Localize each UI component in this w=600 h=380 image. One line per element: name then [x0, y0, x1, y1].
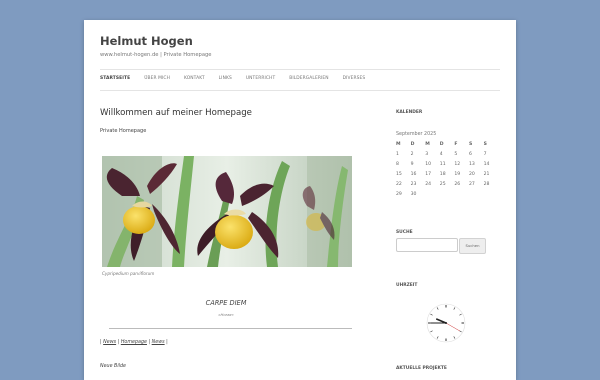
calendar-day: 26 — [454, 181, 461, 187]
sidebar: KALENDER September 2025 MDMDFSS 12345678… — [396, 110, 500, 371]
widget-title-suche: SUCHE — [396, 230, 413, 235]
image-caption: Cypripedium parviflorum — [102, 271, 155, 276]
calendar-day: 2 — [410, 151, 414, 157]
calendar-week-row: 15 16 17 18 19 20 21 — [396, 169, 498, 179]
nav-item-bildergalerien[interactable]: BILDERGALERIEN — [289, 76, 328, 81]
calendar-day: 11 — [439, 161, 446, 167]
calendar-day: 3 — [425, 151, 429, 157]
widget-title-projekte: AKTUELLE PROJEKTE — [396, 366, 447, 371]
calendar-caption: September 2025 — [396, 132, 437, 137]
calendar-day: 21 — [483, 171, 490, 177]
content-divider — [109, 328, 352, 329]
calendar-day — [440, 189, 455, 199]
link-separator: | — [166, 340, 168, 345]
calendar-day: 6 — [468, 151, 472, 157]
calendar-day: 1 — [396, 151, 399, 157]
nav-item-startseite[interactable]: STARTSEITE — [100, 76, 130, 81]
calendar-day: 10 — [425, 161, 432, 167]
calendar-day: 20 — [468, 171, 475, 177]
orchid-photo[interactable] — [102, 156, 352, 267]
calendar-day: 13 — [468, 161, 475, 167]
calendar-day: 22 — [396, 181, 402, 187]
calendar-day: 18 — [439, 171, 446, 177]
link-separator: | — [148, 340, 151, 345]
link-separator: | — [117, 340, 120, 345]
nav-bottom-divider — [100, 90, 500, 91]
calendar-day: 12 — [454, 161, 461, 167]
calendar-body: 1 2 3 4 5 6 7 8 9 10 11 12 13 14 15 16 17 18 19 20 21 22 23 24 2… — [396, 149, 498, 199]
nav-item-diverses[interactable]: DIVERSES — [343, 76, 366, 81]
calendar-day — [469, 189, 484, 199]
calendar-week-row: 22 23 24 25 26 27 28 — [396, 179, 498, 189]
link-news[interactable]: News — [103, 340, 116, 345]
calendar-day: 5 — [454, 151, 458, 157]
calendar-weekday: F — [454, 141, 458, 147]
calendar-table: MDMDFSS 1 2 3 4 5 6 7 8 9 10 11 12 13 14 15 16 17 18 19 20 2… — [396, 139, 498, 199]
calendar-week-row: 29 30 — [396, 189, 498, 199]
link-separator: | — [100, 340, 102, 345]
quote-text: CARPE DIEM — [205, 299, 247, 307]
widget-title-uhrzeit: UHRZEIT — [396, 283, 418, 288]
nav-item-links[interactable]: LINKS — [219, 76, 232, 81]
widget-title-kalender: KALENDER — [396, 110, 423, 115]
entry-subtitle: Private Homepage — [100, 128, 147, 134]
calendar-day: 28 — [483, 181, 490, 187]
calendar-day: 4 — [439, 151, 443, 157]
nav-item-ueber-mich[interactable]: ÜBER MICH — [144, 76, 170, 81]
link-news[interactable]: News — [152, 340, 165, 345]
quick-links: | News | Homepage | News | — [100, 340, 168, 345]
calendar-week-row: 8 9 10 11 12 13 14 — [396, 159, 498, 169]
neue-bilder-heading[interactable]: Neue Bilde — [100, 364, 126, 369]
page-container: Helmut Hogen www.helmut-hogen.de | Priva… — [84, 20, 516, 380]
calendar-day: 25 — [439, 181, 446, 187]
link-homepage[interactable]: Homepage — [121, 340, 147, 345]
calendar-weekday-row: MDMDFSS — [396, 139, 498, 149]
clock-center — [445, 322, 447, 324]
calendar-day — [425, 189, 440, 199]
quote-source: »Horaz« — [218, 312, 234, 317]
entry-title: Willkommen auf meiner Homepage — [100, 108, 252, 118]
calendar-day: 15 — [396, 171, 402, 177]
calendar-weekday: M — [396, 141, 401, 147]
site-description: www.helmut-hogen.de | Private Homepage — [100, 52, 212, 58]
calendar-day: 7 — [483, 151, 487, 157]
nav-top-divider — [100, 69, 500, 70]
site-title[interactable]: Helmut Hogen — [100, 34, 193, 48]
calendar-day: 27 — [468, 181, 475, 187]
calendar-day — [454, 189, 469, 199]
calendar-weekday: S — [483, 141, 487, 147]
calendar-weekday: S — [468, 141, 473, 147]
orchid-illustration — [102, 156, 352, 267]
calendar-day: 30 — [410, 191, 417, 197]
calendar-weekday: D — [439, 141, 444, 147]
calendar-day: 24 — [425, 181, 432, 187]
calendar-day: 8 — [396, 161, 399, 167]
nav-item-unterricht[interactable]: UNTERRICHT — [246, 76, 275, 81]
calendar-day: 19 — [454, 171, 461, 177]
search-button[interactable]: Suchen — [459, 238, 486, 254]
calendar-day: 17 — [425, 171, 432, 177]
calendar-day — [484, 189, 499, 199]
calendar-week-row: 1 2 3 4 5 6 7 — [396, 149, 498, 159]
calendar-day: 14 — [483, 161, 490, 167]
calendar-day: 16 — [410, 171, 417, 177]
main-content: Willkommen auf meiner Homepage Private H… — [100, 108, 352, 369]
nav-item-kontakt[interactable]: KONTAKT — [184, 76, 205, 81]
analog-clock — [426, 303, 466, 343]
calendar-day: 23 — [410, 181, 417, 187]
calendar-day: 29 — [396, 191, 402, 197]
calendar-weekday: D — [410, 141, 415, 147]
calendar-day: 9 — [410, 161, 414, 167]
search-input[interactable] — [396, 238, 458, 252]
calendar-weekday: M — [425, 141, 430, 147]
main-navigation: STARTSEITE ÜBER MICH KONTAKT LINKS UNTER… — [100, 76, 379, 81]
